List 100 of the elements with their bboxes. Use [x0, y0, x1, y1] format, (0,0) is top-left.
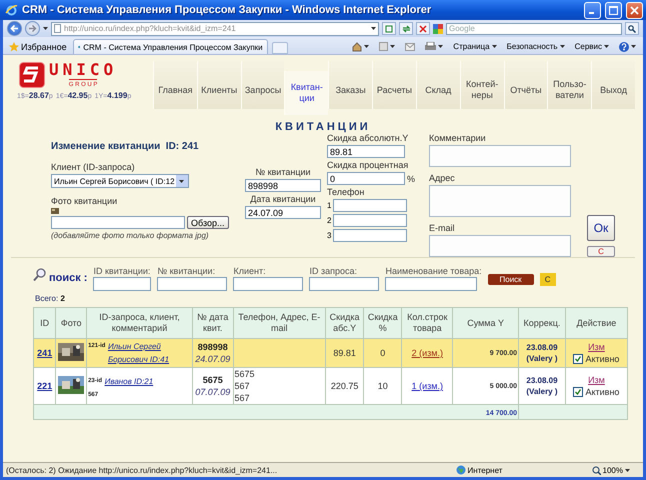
corrected-date: 23.08.09: [526, 376, 558, 385]
client-link[interactable]: Ильин Сергей Борисович ID:41: [108, 340, 184, 366]
nav-tab[interactable]: Контей- неры: [460, 61, 504, 109]
client-link[interactable]: Иванов ID:21: [104, 374, 154, 388]
edit-link[interactable]: Изм: [588, 342, 605, 352]
phone-field[interactable]: [333, 199, 407, 212]
active-checkbox[interactable]: [573, 387, 584, 397]
address-field[interactable]: [429, 185, 571, 217]
discount-percent-field[interactable]: 0: [327, 172, 405, 185]
command-menu[interactable]: Страница: [450, 39, 500, 54]
field-label: Клиент (ID-запроса): [51, 162, 135, 172]
nav-tab[interactable]: Клиенты: [196, 61, 241, 109]
nav-tab[interactable]: Выход: [591, 61, 635, 109]
browse-button[interactable]: Обзор...: [187, 216, 228, 229]
back-button[interactable]: [7, 21, 22, 36]
caret-icon: [492, 45, 497, 48]
discount-field[interactable]: 89.81: [327, 145, 405, 158]
corrected-by: (Valery ): [526, 387, 558, 396]
field-label: Адрес: [429, 173, 455, 183]
search-field[interactable]: [233, 277, 304, 291]
field-label: Фото квитанции: [51, 196, 118, 206]
nav-tab[interactable]: Заказы: [328, 61, 372, 109]
column-header: ID-запроса, клиент, комментарий: [86, 308, 192, 338]
address-field[interactable]: http://unico.ru/index.php?kluch=kvit&id_izm=241: [51, 22, 379, 36]
search-button[interactable]: [625, 22, 639, 35]
magnifier-icon: [592, 466, 601, 474]
forward-button[interactable]: [25, 21, 40, 36]
phone-field[interactable]: [333, 229, 407, 242]
unit-label: %: [407, 174, 416, 184]
new-tab-button[interactable]: [272, 42, 288, 54]
search-field[interactable]: [309, 277, 380, 291]
active-checkbox[interactable]: [573, 354, 584, 364]
field-label: Наименование товара:: [385, 266, 482, 276]
ok-button[interactable]: Ок: [587, 215, 615, 241]
field-label: Клиент:: [233, 266, 267, 276]
line-number: 2: [327, 216, 331, 225]
help-icon: [619, 42, 629, 52]
nav-tab[interactable]: Склад: [416, 61, 460, 109]
receipt-date: 07.07.09: [195, 387, 230, 397]
receipt-date: 24.07.09: [195, 354, 230, 364]
column-header: Действие: [565, 308, 628, 338]
hint-text: (добавляйте фото только формата jpg): [51, 231, 209, 240]
search-field[interactable]: [157, 277, 228, 291]
field-label: Дата квитанции: [250, 194, 316, 204]
feed-icon: [379, 42, 388, 51]
browser-tab[interactable]: CRM - Система Управления Процессом Закупки: [72, 39, 268, 54]
caret-icon: [371, 27, 376, 30]
nav-tab[interactable]: Квитан- ции: [284, 71, 328, 115]
security-zone: Интернет: [468, 466, 502, 474]
check-icon: [575, 389, 582, 395]
help-button[interactable]: [616, 39, 639, 54]
column-header: ID: [34, 308, 56, 338]
form-heading: Изменение квитанции ID: 241: [51, 141, 199, 152]
caret-icon: [631, 45, 636, 48]
command-menu[interactable]: Сервис: [572, 39, 612, 54]
logo-icon: [19, 62, 45, 88]
nav-tab[interactable]: Отчёты: [504, 61, 548, 109]
web-search-field[interactable]: Google: [446, 22, 622, 34]
stop-button[interactable]: [416, 22, 430, 35]
page-icon: [54, 24, 61, 33]
search-label: поиск :: [49, 272, 88, 284]
field-label: ID квитанции:: [93, 266, 152, 276]
cancel-button[interactable]: С: [587, 246, 615, 257]
close-button[interactable]: [626, 2, 643, 18]
search-field[interactable]: [385, 277, 478, 291]
comments-field[interactable]: [429, 145, 571, 167]
contact-text: 5675: [234, 369, 255, 379]
refresh-icon: [402, 24, 410, 32]
edit-link[interactable]: Изм: [588, 375, 605, 385]
arrow-right-icon: [28, 24, 37, 33]
envelope-icon: [405, 42, 416, 50]
id-link[interactable]: 221: [37, 381, 52, 391]
receipt-number-field[interactable]: 898998: [245, 179, 321, 192]
nav-tab[interactable]: Пользо- ватели: [547, 61, 592, 109]
search-field[interactable]: [93, 277, 152, 291]
maximize-button[interactable]: [605, 2, 622, 18]
receipt-date-field[interactable]: 24.07.09: [245, 206, 321, 219]
phone-field[interactable]: [333, 214, 407, 227]
lines-link[interactable]: 1 (изм.): [412, 381, 443, 391]
client-select[interactable]: Ильин Сергей Борисович ( ID:12: [51, 174, 189, 188]
column-header: Скидка %: [364, 308, 402, 338]
nav-tab[interactable]: Главная: [153, 61, 197, 109]
favorites-button[interactable]: Избранное: [7, 39, 69, 54]
email-field[interactable]: [429, 235, 571, 257]
minimize-button[interactable]: [584, 2, 601, 18]
field-label: ID запроса:: [309, 266, 358, 276]
search-button[interactable]: Поиск: [488, 274, 534, 285]
reset-button[interactable]: С: [540, 273, 556, 286]
nav-tab[interactable]: Запросы: [240, 61, 284, 109]
corrected-date: 23.08.09: [526, 343, 558, 352]
star-icon: [9, 42, 19, 52]
command-menu[interactable]: Безопасность: [504, 39, 568, 54]
search-provider-icon: [433, 24, 443, 34]
file-input[interactable]: [51, 216, 185, 229]
refresh-button[interactable]: [399, 22, 413, 35]
field-label: Скидка процентная: [327, 160, 408, 170]
compatibility-button[interactable]: [382, 22, 396, 35]
arrow-left-icon: [10, 24, 19, 33]
nav-tab[interactable]: Расчеты: [372, 61, 416, 109]
zoom-button[interactable]: 100%: [590, 466, 640, 474]
